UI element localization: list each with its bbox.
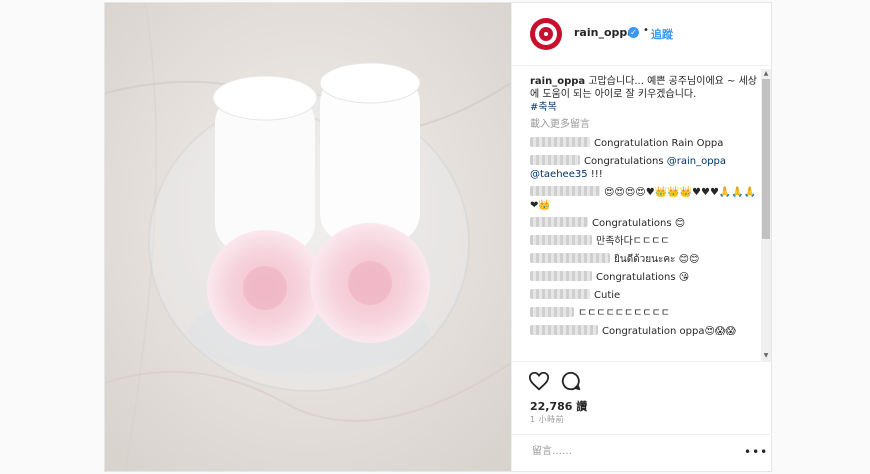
blurred-username <box>530 307 574 317</box>
post-timestamp: 1 小時前 <box>530 415 565 424</box>
blurred-username <box>530 325 598 335</box>
likes-count[interactable]: 22,786 讚 <box>530 398 587 414</box>
blurred-username <box>530 155 580 165</box>
blurred-username <box>530 186 600 196</box>
comment-row: Congratulation Rain Oppa <box>530 137 762 150</box>
heart-icon[interactable] <box>528 370 550 392</box>
add-comment-bar: ••• <box>512 434 772 473</box>
blurred-username <box>530 289 590 299</box>
comment-text: Congratulations 😊 <box>592 218 686 229</box>
header-username[interactable]: rain_oppa <box>574 26 635 39</box>
comment-text: !!! <box>587 169 603 180</box>
comment-row: Congratulations 😘 <box>530 271 762 284</box>
load-more-comments-button[interactable]: 載入更多留言 <box>530 118 762 131</box>
blurred-username <box>530 235 592 245</box>
comment-row: ยินดีด้วยนะคะ 😊😊 <box>530 253 762 266</box>
scroll-down-icon[interactable]: ▼ <box>761 351 771 361</box>
comments-scrollbar[interactable]: ▲ ▼ <box>761 69 771 361</box>
scrollbar-thumb[interactable] <box>762 79 770 239</box>
comment-row: 😍😍😍😍♥👑👑👑♥♥♥🙏🙏🙏❤👑 <box>530 186 762 212</box>
mention-link[interactable]: @rain_oppa <box>667 156 726 167</box>
comment-row: Congratulation oppa😍😱😱 <box>530 325 762 338</box>
comment-row: ㄷㄷㄷㄷㄷㄷㄷㄷㄷㄷ <box>530 307 762 320</box>
comment-text: Cutie <box>594 290 621 301</box>
more-options-button[interactable]: ••• <box>744 445 768 459</box>
comment-row: Congratulations 😊 <box>530 217 762 230</box>
post-photo[interactable] <box>105 3 511 471</box>
instagram-post-modal: rain_oppa ✓ • 追蹤 rain_oppa 고맙습니다... 예쁜 공… <box>104 2 772 472</box>
comment-text: ㄷㄷㄷㄷㄷㄷㄷㄷㄷㄷ <box>578 308 670 319</box>
comment-text: ยินดีด้วยนะคะ 😊😊 <box>614 254 700 265</box>
blurred-username <box>530 253 610 263</box>
comment-text: Congratulation Rain Oppa <box>594 138 724 149</box>
comment-row: Congratulations @rain_oppa @taehee35 !!! <box>530 155 762 181</box>
comment-bubble-icon[interactable] <box>560 370 582 392</box>
post-header: rain_oppa ✓ • 追蹤 <box>512 3 772 66</box>
caption-username[interactable]: rain_oppa <box>530 76 585 87</box>
blurred-username <box>530 217 588 227</box>
mention-link[interactable]: @taehee35 <box>530 169 588 180</box>
caption: rain_oppa 고맙습니다... 예쁜 공주님이에요 ~ 세상에 도움이 되… <box>530 75 762 114</box>
comment-text: Congratulations <box>584 156 667 167</box>
record-logo-icon <box>535 23 557 45</box>
hashtag-link[interactable]: #축복 <box>530 101 762 114</box>
comment-row: 만족하다ㄷㄷㄷㄷ <box>530 235 762 248</box>
avatar[interactable] <box>530 18 562 50</box>
follow-button[interactable]: 追蹤 <box>651 26 673 42</box>
comment-text: Congratulations 😘 <box>596 272 690 283</box>
post-sidebar: rain_oppa ✓ • 追蹤 rain_oppa 고맙습니다... 예쁜 공… <box>511 3 772 472</box>
comments-list: rain_oppa 고맙습니다... 예쁜 공주님이에요 ~ 세상에 도움이 되… <box>530 71 762 361</box>
comment-text: Congratulation oppa😍😱😱 <box>602 326 736 337</box>
blurred-username <box>530 271 592 281</box>
baby-socks-photo <box>105 3 511 471</box>
comment-input[interactable] <box>530 445 734 458</box>
blurred-username <box>530 137 590 147</box>
post-actions: 22,786 讚 1 小時前 ••• <box>512 361 772 472</box>
separator-dot: • <box>643 25 649 36</box>
comment-row: Cutie <box>530 289 762 302</box>
verified-badge-icon: ✓ <box>628 27 639 38</box>
comment-text: 만족하다ㄷㄷㄷㄷ <box>596 236 670 247</box>
scroll-up-icon[interactable]: ▲ <box>761 69 771 79</box>
